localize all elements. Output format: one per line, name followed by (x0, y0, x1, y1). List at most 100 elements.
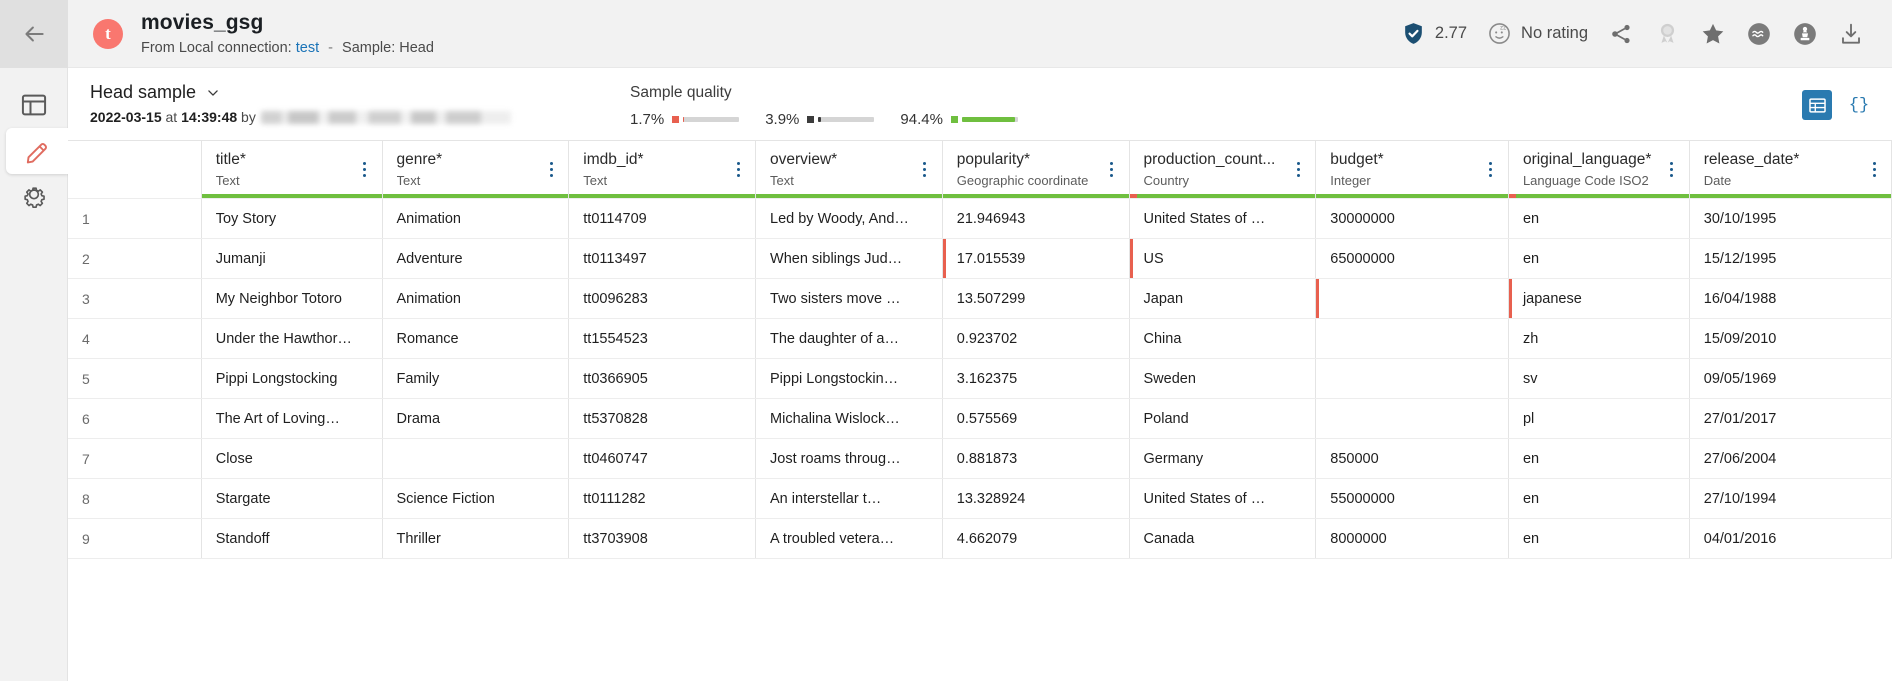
column-menu-icon[interactable] (543, 160, 559, 180)
table-row[interactable]: 1 Toy Story Animation tt0114709 Led by Woody… (68, 198, 1892, 239)
table-cell[interactable]: 09/05/1969 (1689, 358, 1892, 399)
table-cell[interactable]: The Art of Loving… (201, 398, 383, 439)
table-cell[interactable]: The daughter of a… (755, 318, 943, 359)
table-cell[interactable]: en (1508, 438, 1690, 479)
table-cell[interactable]: 65000000 (1315, 238, 1509, 279)
table-cell[interactable] (1315, 278, 1509, 319)
share-button[interactable] (1598, 11, 1644, 57)
table-cell[interactable]: Michalina Wislock… (755, 398, 943, 439)
download-button[interactable] (1828, 11, 1874, 57)
column-header-3[interactable]: overview* Text (755, 140, 943, 199)
table-cell[interactable]: United States of … (1129, 478, 1317, 519)
table-cell[interactable]: Led by Woody, And… (755, 198, 943, 239)
semantic-type-button[interactable] (1736, 11, 1782, 57)
table-cell[interactable]: tt0096283 (568, 278, 757, 319)
table-cell[interactable]: 30000000 (1315, 198, 1509, 239)
table-cell[interactable]: en (1508, 238, 1690, 279)
table-cell[interactable]: When siblings Jud… (755, 238, 943, 279)
sidebar-item-settings[interactable] (0, 174, 68, 220)
table-cell[interactable]: 15/09/2010 (1689, 318, 1892, 359)
column-header-4[interactable]: popularity* Geographic coordinate (942, 140, 1130, 199)
column-menu-icon[interactable] (917, 160, 933, 180)
table-cell[interactable]: zh (1508, 318, 1690, 359)
column-menu-icon[interactable] (1866, 160, 1882, 180)
table-cell[interactable]: Family (382, 358, 570, 399)
table-cell[interactable]: Drama (382, 398, 570, 439)
table-cell[interactable]: sv (1508, 358, 1690, 399)
table-cell[interactable]: 27/06/2004 (1689, 438, 1892, 479)
table-row[interactable]: 6 The Art of Loving… Drama tt5370828 Michali… (68, 398, 1892, 439)
table-cell[interactable] (1315, 318, 1509, 359)
table-cell[interactable] (1315, 358, 1509, 399)
table-cell[interactable]: tt0366905 (568, 358, 757, 399)
table-cell[interactable]: Animation (382, 278, 570, 319)
column-header-0[interactable]: title* Text (201, 140, 383, 199)
table-cell[interactable]: Animation (382, 198, 570, 239)
table-cell[interactable]: Thriller (382, 518, 570, 559)
table-cell[interactable]: 15/12/1995 (1689, 238, 1892, 279)
certify-button[interactable] (1644, 11, 1690, 57)
table-row[interactable]: 5 Pippi Longstocking Family tt0366905 Pippi … (68, 358, 1892, 399)
table-cell[interactable]: tt0113497 (568, 238, 757, 279)
table-row[interactable]: 2 Jumanji Adventure tt0113497 When siblings … (68, 238, 1892, 279)
table-cell[interactable]: My Neighbor Totoro (201, 278, 383, 319)
table-cell[interactable]: tt0460747 (568, 438, 757, 479)
table-row[interactable]: 9 Standoff Thriller tt3703908 A troubled vet… (68, 518, 1892, 559)
table-row[interactable]: 3 My Neighbor Totoro Animation tt0096283 Two… (68, 278, 1892, 319)
table-cell[interactable]: Stargate (201, 478, 383, 519)
table-cell[interactable]: 0.575569 (942, 398, 1130, 439)
column-header-8[interactable]: release_date* Date (1689, 140, 1892, 199)
column-menu-icon[interactable] (1664, 160, 1680, 180)
column-menu-icon[interactable] (730, 160, 746, 180)
table-cell[interactable]: Sweden (1129, 358, 1317, 399)
column-header-1[interactable]: genre* Text (382, 140, 570, 199)
table-cell[interactable]: Standoff (201, 518, 383, 559)
table-cell[interactable]: tt3703908 (568, 518, 757, 559)
table-cell[interactable]: 4.662079 (942, 518, 1130, 559)
table-cell[interactable]: Jost roams throug… (755, 438, 943, 479)
table-cell[interactable]: japanese (1508, 278, 1690, 319)
table-cell[interactable] (382, 438, 570, 479)
table-cell[interactable]: 27/01/2017 (1689, 398, 1892, 439)
table-cell[interactable]: 13.507299 (942, 278, 1130, 319)
grid-view-button[interactable] (1802, 90, 1832, 120)
table-cell[interactable]: tt0114709 (568, 198, 757, 239)
table-cell[interactable]: 16/04/1988 (1689, 278, 1892, 319)
table-cell[interactable]: pl (1508, 398, 1690, 439)
table-cell[interactable]: tt0111282 (568, 478, 757, 519)
table-cell[interactable]: 30/10/1995 (1689, 198, 1892, 239)
sidebar-item-dataset[interactable] (0, 82, 68, 128)
table-cell[interactable]: Japan (1129, 278, 1317, 319)
data-grid-scroll[interactable]: title* Text genre* Text imdb_id* Text overview… (68, 140, 1892, 681)
data-quality-score[interactable]: 2.77 (1391, 10, 1477, 58)
table-cell[interactable]: Poland (1129, 398, 1317, 439)
table-cell[interactable]: US (1129, 238, 1317, 279)
connection-link[interactable]: test (296, 40, 319, 56)
table-cell[interactable]: en (1508, 198, 1690, 239)
table-row[interactable]: 7 Close tt0460747 Jost roams throug… 0.88187… (68, 438, 1892, 479)
table-cell[interactable]: 21.946943 (942, 198, 1130, 239)
column-header-7[interactable]: original_language* Language Code ISO2 (1508, 140, 1690, 199)
table-cell[interactable]: 04/01/2016 (1689, 518, 1892, 559)
table-cell[interactable]: 0.923702 (942, 318, 1130, 359)
table-cell[interactable]: 13.328924 (942, 478, 1130, 519)
column-menu-icon[interactable] (357, 160, 373, 180)
column-header-6[interactable]: budget* Integer (1315, 140, 1509, 199)
table-cell[interactable]: A troubled vetera… (755, 518, 943, 559)
table-cell[interactable]: 850000 (1315, 438, 1509, 479)
favorite-button[interactable] (1690, 11, 1736, 57)
column-menu-icon[interactable] (1483, 160, 1499, 180)
table-cell[interactable]: Canada (1129, 518, 1317, 559)
table-cell[interactable]: Two sisters move … (755, 278, 943, 319)
table-row[interactable]: 8 Stargate Science Fiction tt0111282 An inte… (68, 478, 1892, 519)
table-cell[interactable]: China (1129, 318, 1317, 359)
table-row[interactable]: 4 Under the Hawthor… Romance tt1554523 The d… (68, 318, 1892, 359)
table-cell[interactable]: 17.015539 (942, 238, 1130, 279)
table-cell[interactable]: Pippi Longstocking (201, 358, 383, 399)
table-cell[interactable]: Jumanji (201, 238, 383, 279)
table-cell[interactable]: 0.881873 (942, 438, 1130, 479)
table-cell[interactable]: Under the Hawthor… (201, 318, 383, 359)
table-cell[interactable]: 8000000 (1315, 518, 1509, 559)
table-cell[interactable]: en (1508, 518, 1690, 559)
column-menu-icon[interactable] (1290, 160, 1306, 180)
